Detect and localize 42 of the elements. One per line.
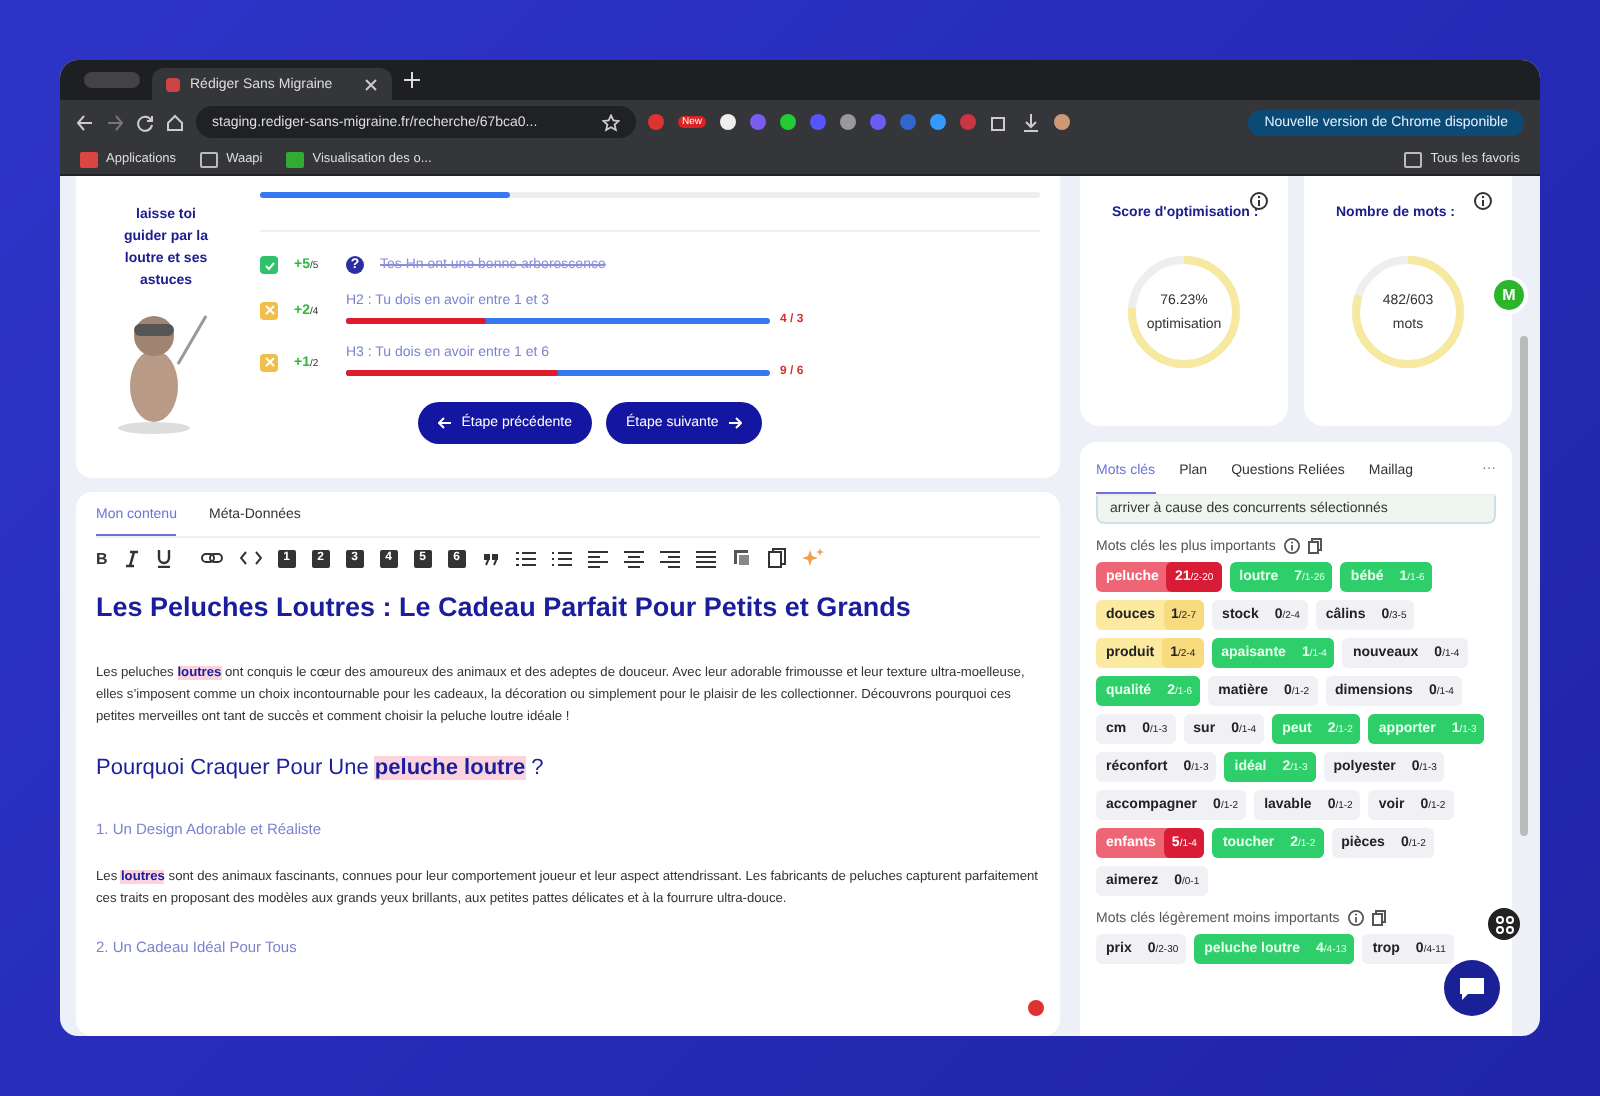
grid-icon [1495,915,1513,933]
copy-icon[interactable] [1371,910,1386,926]
align-center-icon[interactable] [623,549,644,567]
align-right-icon[interactable] [659,549,680,567]
notification-badge[interactable] [1028,1000,1044,1016]
code-icon[interactable] [239,550,262,566]
info-icon[interactable] [1347,910,1364,926]
close-icon[interactable] [364,77,378,91]
home-icon[interactable] [166,113,184,131]
image-icon[interactable] [731,548,752,568]
link-icon[interactable] [199,550,224,566]
numbered-list-icon[interactable] [515,549,536,567]
info-icon[interactable] [1250,192,1268,210]
status-icon [260,301,278,319]
status-icon [260,353,278,371]
back-icon[interactable] [76,113,94,131]
scrollbar-thumb[interactable] [1520,336,1528,836]
copy-icon[interactable] [767,548,786,568]
section-heading: Pourquoi Craquer Pour Une peluche loutre ? [96,756,546,780]
reload-icon[interactable] [136,113,154,131]
copy-icon[interactable] [1307,538,1322,554]
info-icon[interactable] [1283,538,1300,554]
forward-icon[interactable] [106,113,124,131]
profile-avatar[interactable] [1054,114,1071,130]
italic-icon[interactable] [123,549,140,567]
justify-icon[interactable] [695,549,716,567]
bold-button[interactable]: B [96,549,108,567]
apps-button[interactable] [1488,908,1520,940]
chat-bubble-icon [1458,976,1486,1000]
download-icon[interactable] [1022,113,1041,131]
info-icon[interactable] [1474,192,1492,210]
title-heading: Les Peluches Loutres : Le Cadeau Parfait Pour Petits et Grands [96,592,913,622]
underline-icon[interactable] [155,549,172,567]
new-tab-icon[interactable] [404,72,420,88]
align-left-icon[interactable] [587,549,608,567]
arrow-left-icon [437,416,452,430]
quote-icon[interactable] [481,551,500,565]
site-favicon-icon [166,77,180,91]
arrow-right-icon [728,416,743,430]
status-icon [260,256,278,274]
star-icon[interactable] [602,113,620,131]
bullet-list-icon[interactable] [551,549,572,567]
